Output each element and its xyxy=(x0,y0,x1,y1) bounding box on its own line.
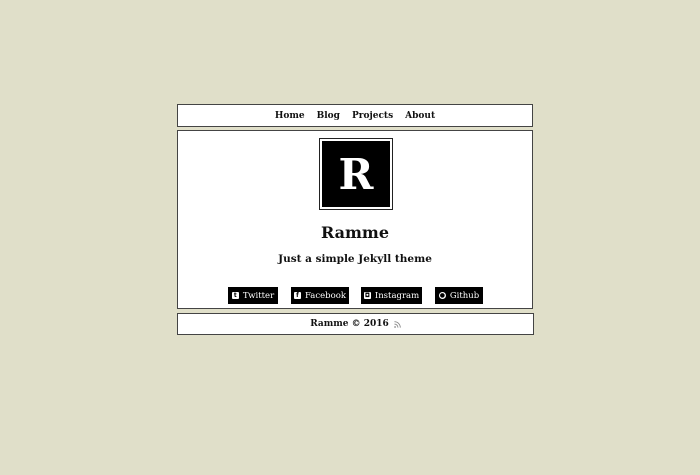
site-tagline: Just a simple Jekyll theme xyxy=(278,253,432,265)
instagram-icon: ◘ xyxy=(363,292,371,299)
logo-letter: R xyxy=(322,141,390,207)
profile-card: R Ramme Just a simple Jekyll theme t Twi… xyxy=(177,130,533,309)
github-button[interactable]: ● Github xyxy=(435,287,483,304)
nav-link-blog[interactable]: Blog xyxy=(317,111,340,121)
instagram-button[interactable]: ◘ Instagram xyxy=(361,287,422,304)
site-logo[interactable]: R xyxy=(319,138,393,210)
facebook-icon: f xyxy=(293,292,301,299)
social-links: t Twitter f Facebook ◘ Instagram ● Githu… xyxy=(178,287,532,305)
github-label: Github xyxy=(449,290,480,301)
nav-link-projects[interactable]: Projects xyxy=(352,111,393,121)
nav-link-about[interactable]: About xyxy=(405,111,435,121)
facebook-label: Facebook xyxy=(304,290,346,301)
site-title: Ramme xyxy=(320,223,390,242)
facebook-button[interactable]: f Facebook xyxy=(291,287,349,304)
twitter-button[interactable]: t Twitter xyxy=(228,287,278,304)
instagram-label: Instagram xyxy=(374,290,420,301)
github-icon: ● xyxy=(438,292,446,299)
top-nav: Home Blog Projects About xyxy=(177,104,533,127)
footer-copyright: Ramme © 2016 xyxy=(310,319,389,329)
site-footer: Ramme © 2016 xyxy=(177,313,534,335)
twitter-label: Twitter xyxy=(242,290,275,301)
twitter-icon: t xyxy=(231,292,239,299)
rss-icon[interactable] xyxy=(393,320,401,328)
nav-link-home[interactable]: Home xyxy=(275,111,305,121)
